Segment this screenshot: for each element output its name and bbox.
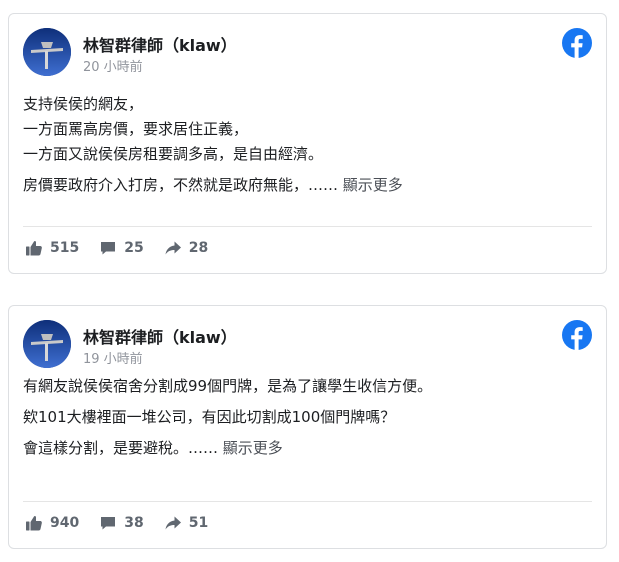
post-timestamp[interactable]: 20 小時前	[83, 56, 143, 75]
share-count: 28	[188, 240, 209, 256]
comment-bubble-icon	[101, 242, 116, 255]
facebook-logo-icon[interactable]	[562, 320, 592, 350]
post-body: 有網友說侯侯宿舍分割成99個門牌，是為了讓學生收信方便。 欸101大樓裡面一堆公…	[23, 374, 592, 467]
post-line-last: 會這樣分割，是要避稅。…… 顯示更多	[23, 436, 592, 461]
divider	[23, 501, 592, 502]
author-name[interactable]: 林智群律師（klaw）	[83, 324, 237, 348]
comment-bubble-icon	[101, 517, 116, 530]
see-more-link[interactable]: 顯示更多	[223, 439, 283, 457]
post-line: 有網友說侯侯宿舍分割成99個門牌，是為了讓學生收信方便。	[23, 377, 433, 395]
like-count: 940	[50, 515, 80, 531]
comment-count-button[interactable]: 25	[99, 239, 144, 257]
avatar[interactable]	[23, 320, 71, 368]
post-line: 一方面罵高房價，要求居住正義，	[23, 120, 249, 138]
like-count-button[interactable]: 515	[25, 239, 79, 257]
post-line: 房價要政府介入打房，不然就是政府無能，……	[23, 176, 339, 194]
post-line: 支持侯侯的網友，	[23, 95, 144, 113]
divider	[23, 226, 592, 227]
like-count-button[interactable]: 940	[25, 514, 79, 532]
comment-count-button[interactable]: 38	[99, 514, 144, 532]
post-timestamp[interactable]: 19 小時前	[83, 348, 143, 367]
post-line: 一方面又說侯侯房租要調多高，是自由經濟。	[23, 145, 324, 163]
share-arrow-icon	[165, 241, 181, 255]
engagement-bar: 515 25 28	[25, 239, 228, 257]
thumbs-up-icon	[26, 516, 42, 531]
post-line-last: 房價要政府介入打房，不然就是政府無能，…… 顯示更多	[23, 173, 592, 198]
share-arrow-icon	[165, 516, 181, 530]
see-more-link[interactable]: 顯示更多	[343, 176, 403, 194]
comment-count: 38	[124, 515, 144, 531]
post-line: 欸101大樓裡面一堆公司，有因此切割成100個門牌嗎？	[23, 408, 396, 426]
post-card: 林智群律師（klaw） 19 小時前 有網友說侯侯宿舍分割成99個門牌，是為了讓…	[8, 305, 607, 549]
post-line: 會這樣分割，是要避稅。……	[23, 439, 219, 457]
share-count: 51	[188, 515, 209, 531]
share-count-button[interactable]: 51	[164, 514, 208, 532]
comment-count: 25	[124, 240, 144, 256]
facebook-logo-icon[interactable]	[562, 28, 592, 58]
avatar[interactable]	[23, 28, 71, 76]
share-count-button[interactable]: 28	[164, 239, 208, 257]
thumbs-up-icon	[26, 241, 42, 256]
like-count: 515	[50, 240, 80, 256]
post-card: 林智群律師（klaw） 20 小時前 支持侯侯的網友， 一方面罵高房價，要求居住…	[8, 13, 607, 274]
engagement-bar: 940 38 51	[25, 514, 228, 532]
author-name[interactable]: 林智群律師（klaw）	[83, 32, 237, 56]
post-body: 支持侯侯的網友， 一方面罵高房價，要求居住正義， 一方面又說侯侯房租要調多高，是…	[23, 92, 592, 204]
